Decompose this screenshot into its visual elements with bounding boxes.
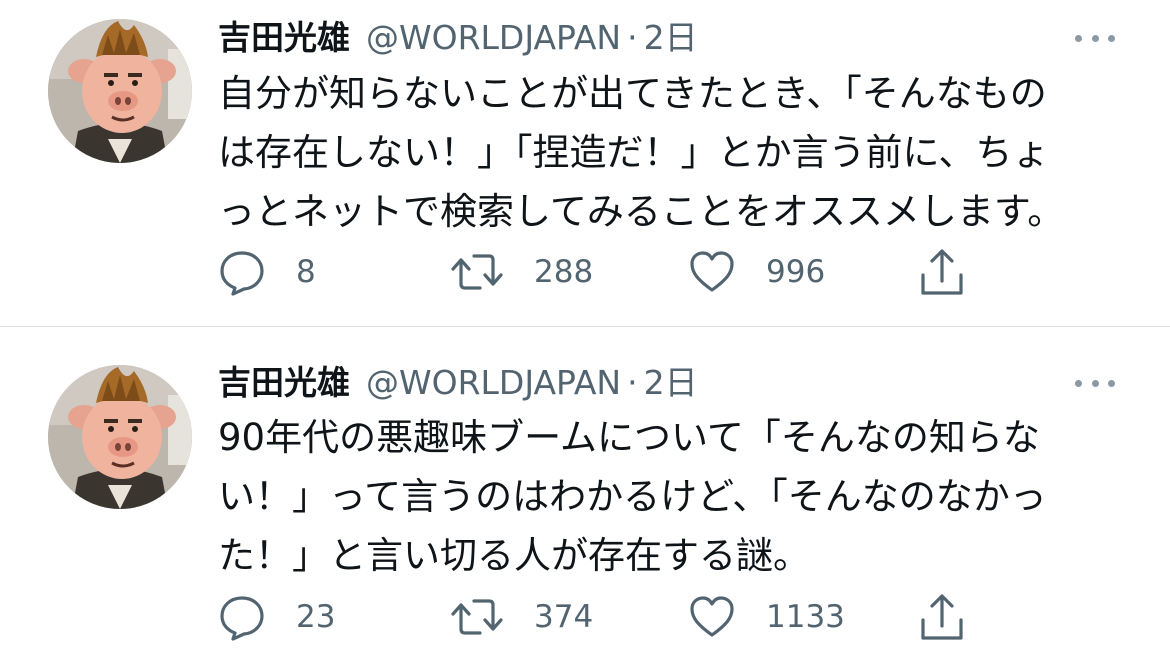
reply-icon — [220, 251, 264, 296]
tweet-text-line: 90年代の悪趣味ブームについて「そんなの知らな — [218, 416, 1040, 459]
like-button[interactable]: 996 — [688, 245, 825, 299]
more-dot — [1091, 34, 1099, 42]
more-dot — [1091, 379, 1099, 387]
retweet-icon — [451, 599, 503, 635]
retweet-button[interactable]: 288 — [450, 245, 593, 299]
more-dot — [1108, 379, 1115, 387]
share-button[interactable] — [918, 590, 966, 644]
tweet-text-line: は存在しない！」「捏造だ！」とか言う前に、ちょ — [218, 131, 1050, 174]
author-handle[interactable]: @WORLDJAPAN — [366, 16, 621, 60]
reply-button[interactable]: 23 — [218, 590, 335, 644]
share-icon — [921, 594, 963, 640]
tweet-text-line: た！」と言い切る人が存在する謎。 — [218, 534, 810, 577]
like-count: 996 — [766, 254, 826, 290]
more-icon[interactable] — [1072, 373, 1118, 393]
more-icon[interactable] — [1072, 28, 1118, 48]
timestamp[interactable]: 2日 — [644, 361, 698, 405]
separator: · — [627, 363, 638, 402]
pig-avatar-icon — [48, 19, 192, 163]
author-handle[interactable]: @WORLDJAPAN — [366, 361, 621, 405]
tweet-actions: 23 374 1133 — [218, 590, 978, 644]
like-icon — [690, 596, 734, 637]
retweet-count: 374 — [534, 599, 594, 635]
reply-count: 8 — [296, 254, 316, 290]
like-count: 1133 — [766, 599, 845, 635]
share-icon — [921, 249, 963, 295]
separator: · — [627, 18, 638, 57]
share-button[interactable] — [918, 245, 966, 299]
like-icon — [690, 251, 734, 292]
author-name[interactable]: 吉田光雄 — [218, 16, 350, 60]
more-dot — [1075, 379, 1082, 387]
tweet-text-line: 自分が知らないことが出てきたとき、「そんなもの — [218, 72, 1047, 115]
tweet-header: 吉田光雄 @WORLDJAPAN · 2日 — [218, 16, 698, 60]
tweet[interactable]: 吉田光雄 @WORLDJAPAN · 2日 90年代の悪趣味ブームについて「そん… — [0, 327, 1170, 659]
tweet-text-line: っとネットで検索してみることをオススメします。 — [218, 190, 1065, 233]
retweet-icon — [451, 254, 503, 290]
pig-avatar-icon — [48, 365, 192, 509]
avatar[interactable] — [48, 365, 192, 509]
tweet-header: 吉田光雄 @WORLDJAPAN · 2日 — [218, 361, 698, 405]
reply-count: 23 — [296, 599, 336, 635]
retweet-button[interactable]: 374 — [450, 590, 593, 644]
tweet[interactable]: 吉田光雄 @WORLDJAPAN · 2日 自分が知らないことが出てきたとき、「… — [0, 0, 1170, 326]
tweet-actions: 8 288 996 — [218, 245, 978, 299]
timestamp[interactable]: 2日 — [644, 16, 698, 60]
reply-icon — [220, 596, 264, 641]
tweet-text: 自分が知らないことが出てきたとき、「そんなもの は存在しない！」「捏造だ！」とか… — [218, 64, 1148, 241]
like-button[interactable]: 1133 — [688, 590, 845, 644]
more-dot — [1108, 34, 1115, 42]
more-dot — [1075, 34, 1082, 42]
reply-button[interactable]: 8 — [218, 245, 316, 299]
avatar[interactable] — [48, 19, 192, 163]
author-name[interactable]: 吉田光雄 — [218, 361, 350, 405]
retweet-count: 288 — [534, 254, 594, 290]
tweet-text: 90年代の悪趣味ブームについて「そんなの知らな い！」って言うのはわかるけど、「… — [218, 408, 1148, 585]
tweet-text-line: い！」って言うのはわかるけど、「そんなのなかっ — [218, 475, 1047, 518]
